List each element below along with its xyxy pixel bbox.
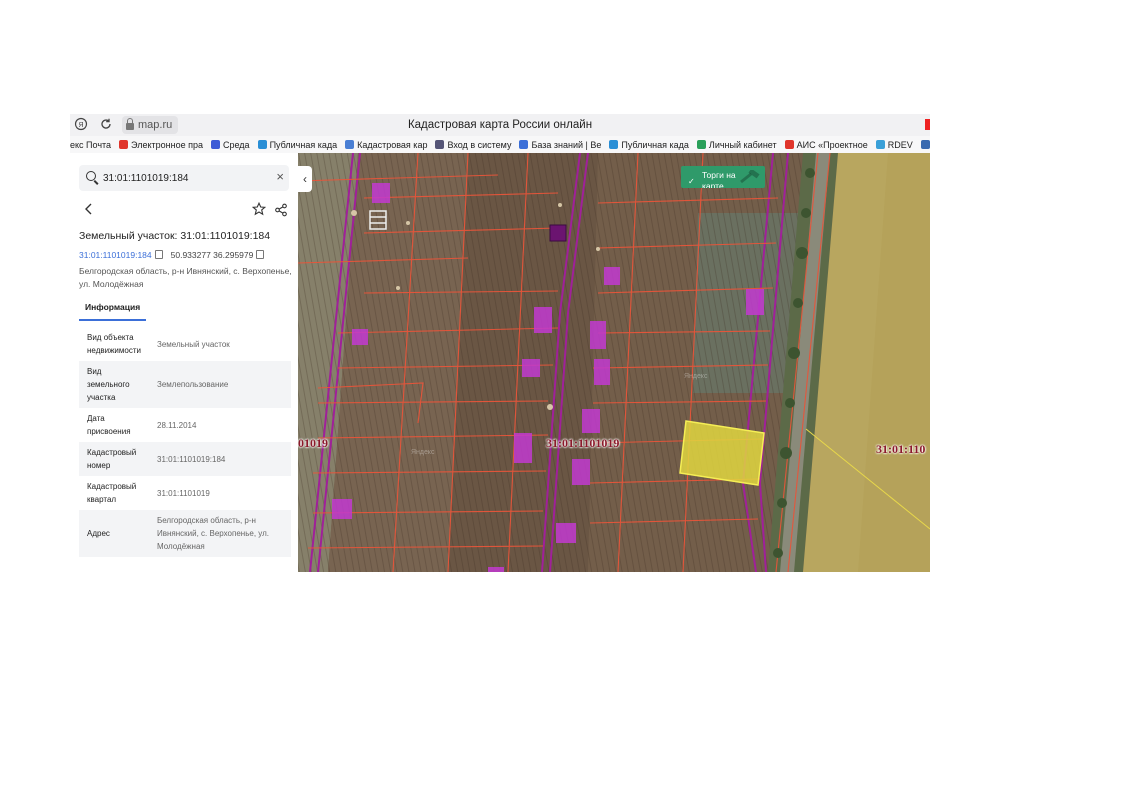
bookmark-item[interactable]: Личный кабинет bbox=[696, 139, 777, 150]
info-key: Адрес bbox=[79, 510, 149, 557]
globe-icon bbox=[345, 140, 355, 149]
info-panel: × Земельный участок: 31:01:1101019:184 3… bbox=[70, 153, 298, 572]
object-identifiers: 31:01:1101019:184 50.933277 36.295979 bbox=[79, 249, 265, 260]
cadastral-number-link[interactable]: 31:01:1101019:184 bbox=[79, 249, 163, 260]
bookmark-label: Личный кабинет bbox=[708, 139, 777, 150]
info-row: Кадастровый квартал 31:01:1101019 bbox=[79, 476, 291, 510]
tab-information[interactable]: Информация bbox=[79, 299, 147, 321]
gov-icon bbox=[920, 140, 930, 149]
copy-icon[interactable] bbox=[154, 250, 163, 259]
browser-titlebar: Кадастровая карта России онлайн Я map.ru bbox=[70, 114, 930, 136]
info-row: Кадастровый номер 31:01:1101019:184 bbox=[79, 442, 291, 476]
object-address: Белгородская область, р-н Ивнянский, с. … bbox=[79, 266, 292, 289]
login-icon bbox=[435, 140, 445, 149]
clear-icon[interactable]: × bbox=[276, 169, 284, 185]
bookmark-item[interactable]: екс Почта bbox=[70, 140, 111, 150]
reload-icon[interactable] bbox=[98, 117, 114, 133]
object-title: Земельный участок: 31:01:1101019:184 bbox=[79, 230, 271, 242]
bookmark-item[interactable]: АИС «Проектное bbox=[784, 139, 868, 150]
kb-icon bbox=[519, 140, 529, 149]
info-row: Вид объекта недвижимости Земельный участо… bbox=[79, 327, 291, 361]
bookmark-item[interactable]: Кадастровая кар bbox=[345, 140, 427, 150]
star-icon bbox=[251, 201, 267, 216]
info-table: Вид объекта недвижимости Земельный участо… bbox=[79, 327, 291, 557]
m-icon bbox=[696, 140, 706, 149]
screenshot: Кадастровая карта России онлайн Я map.ru… bbox=[70, 114, 930, 572]
info-value: Белгородская область, р-н Ивнянский, с. … bbox=[149, 510, 291, 557]
info-key: Кадастровый номер bbox=[79, 442, 149, 476]
pkk-icon bbox=[257, 140, 267, 149]
info-key: Вид земельного участка bbox=[79, 361, 149, 408]
info-value: 28.11.2014 bbox=[157, 420, 197, 430]
bookmark-item[interactable]: Публичная када bbox=[609, 140, 689, 150]
bookmark-item[interactable]: Публичная када bbox=[257, 139, 338, 150]
cadastral-quarter-label: 01019 bbox=[298, 436, 328, 450]
bookmark-item[interactable]: RDEV bbox=[875, 139, 913, 150]
bookmark-label: екс Почта bbox=[70, 139, 112, 150]
back-button[interactable] bbox=[84, 203, 94, 217]
pkk-icon bbox=[609, 140, 619, 149]
info-key: Дата присвоения bbox=[87, 414, 131, 436]
bookmark-label: Публичная када bbox=[269, 139, 338, 150]
sreda-icon bbox=[210, 140, 220, 149]
torgi-toggle-button[interactable]: ✓ Торги на карте bbox=[681, 166, 765, 188]
cadastral-quarter-label: 31:01:110 bbox=[876, 442, 926, 456]
bookmark-item[interactable]: Вход в систему bbox=[435, 140, 511, 150]
info-key: Вид объекта недвижимости bbox=[87, 333, 141, 355]
bookmark-item[interactable]: Предоставление bbox=[920, 140, 930, 150]
chevron-left-icon bbox=[85, 203, 92, 215]
chevron-left-icon: ‹ bbox=[303, 172, 307, 186]
search-box: × bbox=[79, 165, 289, 191]
info-key: Кадастровый квартал bbox=[87, 482, 137, 504]
bookmark-item[interactable]: Электронное пра bbox=[119, 140, 203, 150]
yandex-icon[interactable]: Я bbox=[73, 117, 89, 133]
info-value: Земельный участок bbox=[157, 339, 230, 349]
coordinates[interactable]: 50.933277 36.295979 bbox=[171, 249, 265, 260]
bookmarks-bar: екс Почта Электронное пра Среда Публичная к… bbox=[70, 136, 930, 154]
hammer-icon bbox=[740, 170, 760, 184]
bookmark-label: АИС «Проектное bbox=[796, 139, 868, 150]
info-value: 31:01:1101019:184 bbox=[149, 442, 291, 476]
address-bar[interactable]: map.ru bbox=[122, 116, 179, 134]
lock-icon bbox=[126, 118, 134, 130]
bookmark-label: База знаний | Ве bbox=[531, 139, 602, 150]
svg-text:Я: Я bbox=[78, 122, 83, 129]
url-text: map.ru bbox=[138, 119, 173, 131]
cadastral-quarter-label: 31:01:1101019 bbox=[546, 436, 620, 450]
search-icon[interactable] bbox=[86, 171, 96, 181]
bookmark-label: Среда bbox=[222, 139, 250, 150]
share-button[interactable] bbox=[274, 203, 288, 217]
bookmark-item[interactable]: База знаний | Ве bbox=[519, 140, 601, 150]
bookmark-label: RDEV bbox=[887, 139, 913, 150]
map-canvas[interactable] bbox=[298, 153, 930, 572]
bookmark-label: Электронное пра bbox=[131, 139, 203, 150]
red-arrow-icon bbox=[784, 140, 794, 149]
info-value: 31:01:1101019 bbox=[157, 488, 210, 498]
favorite-button[interactable] bbox=[251, 201, 267, 218]
bookmark-label: Публичная када bbox=[621, 139, 689, 150]
info-row: Дата присвоения 28.11.2014 bbox=[79, 408, 291, 442]
bookmark-label: Вход в систему bbox=[447, 139, 512, 150]
map-view[interactable]: ‹ ✓ Торги на карте 01019 31:01:1101019 3… bbox=[298, 153, 930, 572]
map-watermark: Яндекс bbox=[411, 449, 435, 456]
copy-icon[interactable] bbox=[256, 250, 265, 259]
bookmark-label: Кадастровая кар bbox=[357, 139, 428, 150]
red-arrow-icon bbox=[119, 140, 129, 149]
info-row: Вид земельного участка Землепользование bbox=[79, 361, 291, 408]
check-icon: ✓ bbox=[688, 177, 695, 186]
share-icon bbox=[275, 203, 287, 217]
search-input[interactable] bbox=[103, 169, 263, 187]
map-watermark: Яндекс bbox=[684, 373, 708, 380]
info-row: Адрес Белгородская область, р-н Ивнянский… bbox=[79, 510, 291, 557]
bookmark-item[interactable]: Среда bbox=[210, 139, 250, 150]
page-title: Кадастровая карта России онлайн bbox=[407, 119, 593, 131]
collapse-panel-button[interactable]: ‹ bbox=[298, 166, 312, 192]
rdev-icon bbox=[875, 140, 885, 149]
info-value: Землепользование bbox=[149, 361, 291, 408]
notification-flag-icon[interactable] bbox=[925, 119, 930, 130]
